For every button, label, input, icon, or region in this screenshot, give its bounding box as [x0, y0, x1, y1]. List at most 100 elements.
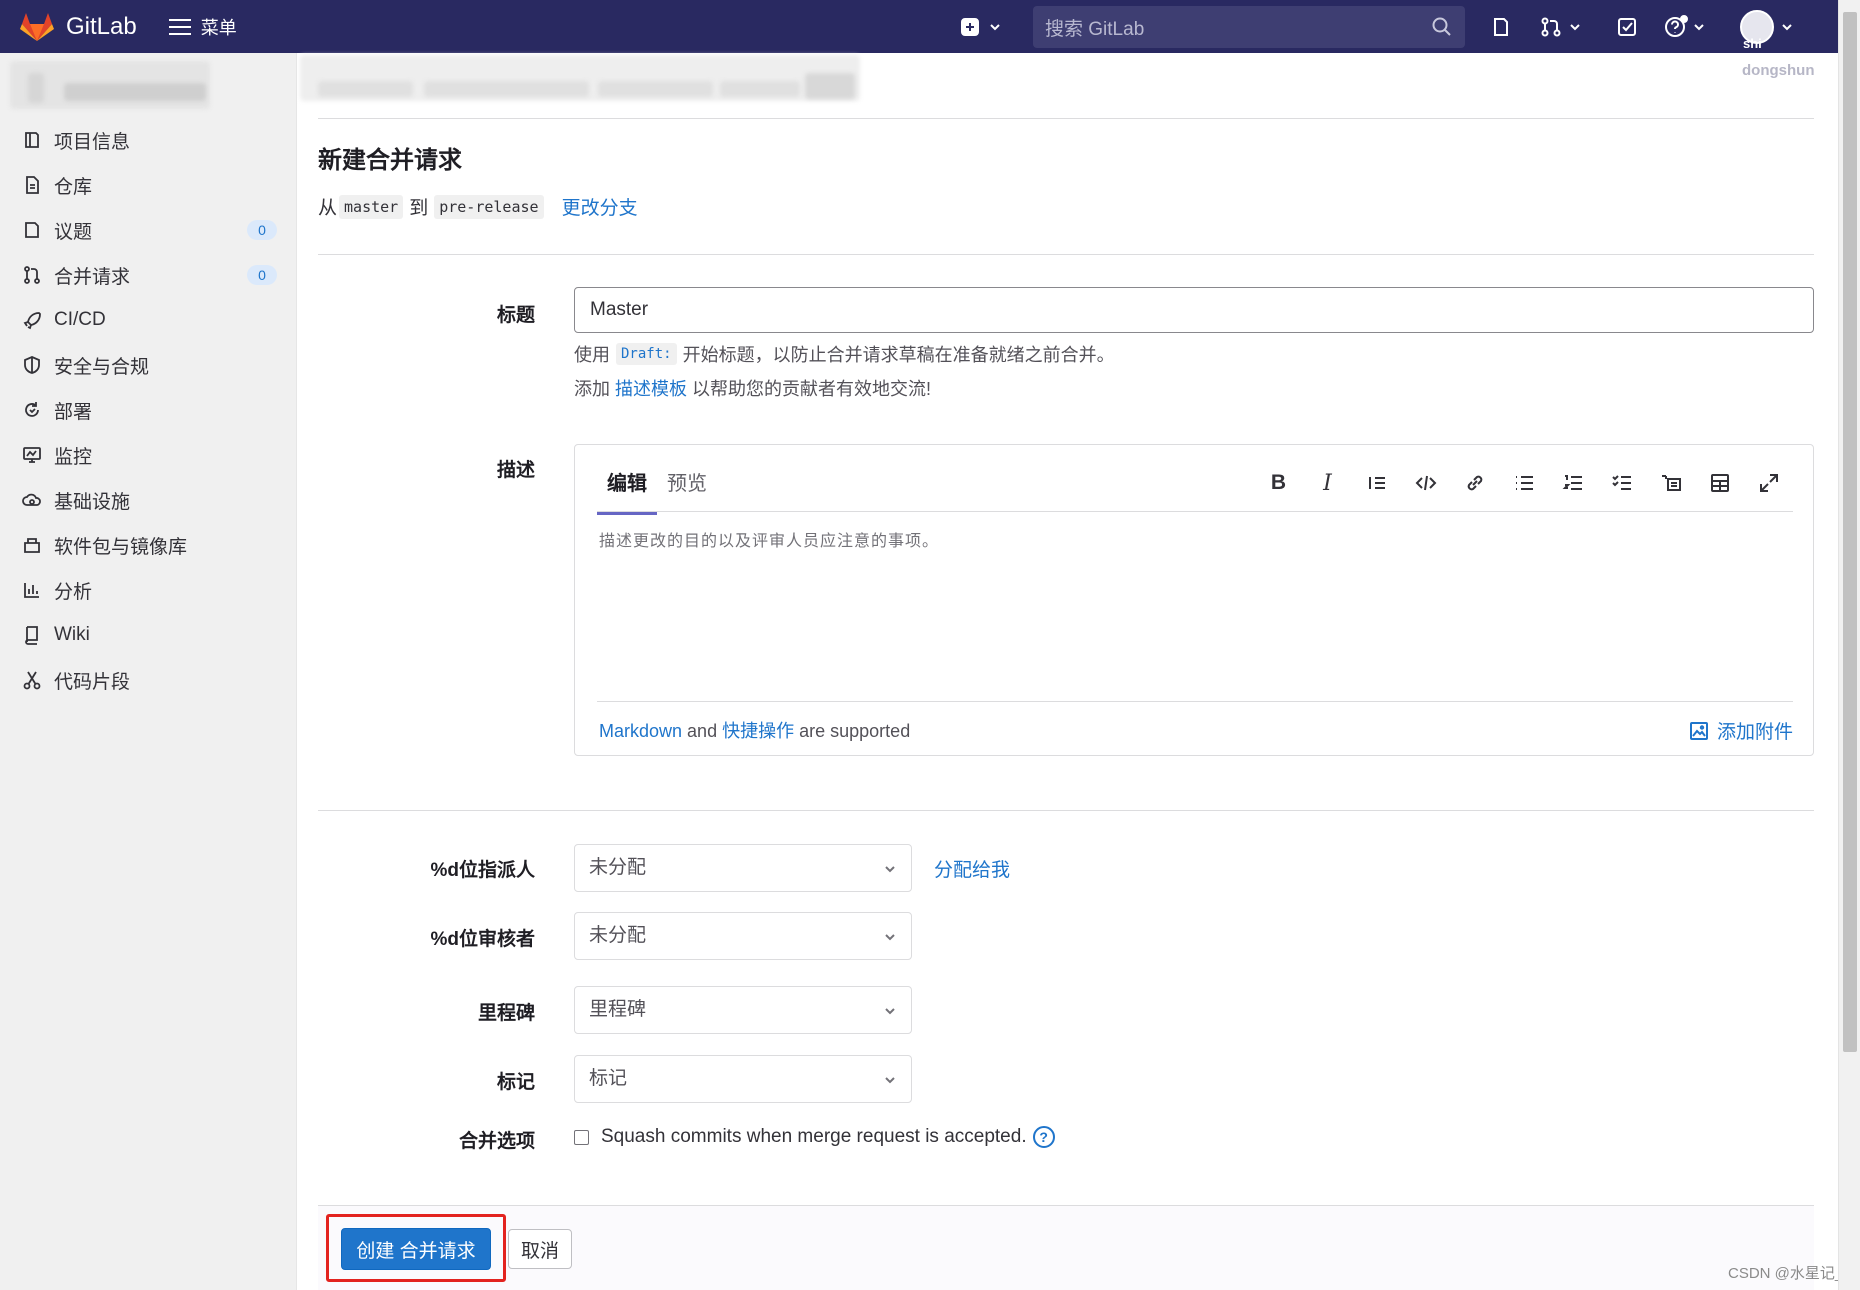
user-menu-chevron[interactable]	[1780, 0, 1794, 53]
italic-button[interactable]: I	[1303, 465, 1352, 501]
sidebar-item-analytics[interactable]: 分析	[0, 570, 297, 610]
sidebar-item-infrastructure[interactable]: 基础设施	[0, 480, 297, 520]
code-icon	[1415, 475, 1436, 491]
editor-footer-divider	[597, 701, 1793, 702]
markdown-link[interactable]: Markdown	[599, 721, 682, 741]
markdown-toolbar: B I	[1254, 465, 1793, 501]
sidebar-item-monitor[interactable]: 监控	[0, 435, 297, 475]
editor-tabs: 编辑 预览	[597, 457, 717, 515]
deploy-icon	[25, 402, 39, 417]
sidebar-item-deployments[interactable]: 部署	[0, 390, 297, 430]
chevron-down-icon	[1782, 23, 1792, 30]
description-textarea[interactable]: 描述更改的目的以及评审人员应注意的事项。	[599, 527, 939, 551]
table-button[interactable]	[1695, 465, 1744, 501]
from-text: 从	[318, 198, 338, 219]
sidebar-item-issues[interactable]: 议题 0	[0, 210, 297, 250]
sidebar-item-cicd[interactable]: CI/CD	[0, 300, 297, 340]
title-input[interactable]: Master	[574, 287, 1814, 333]
sidebar-item-label: 软件包与镜像库	[54, 536, 188, 558]
issues-icon	[25, 222, 39, 238]
sidebar-item-wiki[interactable]: Wiki	[0, 615, 297, 655]
info-icon	[25, 132, 39, 148]
page-scrollbar[interactable]	[1838, 0, 1860, 1290]
milestone-value: 里程碑	[589, 999, 647, 1020]
sidebar-item-label: 代码片段	[54, 671, 131, 693]
merge-requests-nav-button[interactable]	[1540, 0, 1582, 53]
chevron-down-icon	[885, 866, 895, 873]
link-icon	[1467, 475, 1482, 491]
question-circle-icon[interactable]: ?	[1032, 1126, 1055, 1148]
scissors-icon	[23, 671, 41, 690]
link-button[interactable]	[1450, 465, 1499, 501]
search-placeholder: 搜索 GitLab	[1045, 18, 1145, 40]
milestone-label: 里程碑	[477, 1003, 535, 1024]
reviewer-dropdown[interactable]: 未分配	[574, 912, 912, 960]
gitlab-home-link[interactable]: GitLab	[20, 12, 137, 42]
code-button[interactable]	[1401, 465, 1450, 501]
issues-count-badge: 0	[247, 220, 277, 240]
todos-nav-button[interactable]	[1616, 0, 1638, 53]
fullscreen-button[interactable]	[1744, 465, 1793, 501]
tab-preview[interactable]: 预览	[657, 457, 717, 515]
sidebar-item-packages-registries[interactable]: 软件包与镜像库	[0, 525, 297, 565]
quick-actions-link[interactable]: 快捷操作	[722, 721, 794, 741]
collapsible-icon	[1661, 475, 1681, 491]
assign-to-me-link[interactable]: 分配给我	[934, 855, 1010, 882]
squash-checkbox[interactable]	[574, 1129, 589, 1145]
issues-nav-button[interactable]	[1490, 0, 1512, 53]
bullet-list-button[interactable]	[1499, 465, 1548, 501]
sidebar-item-repository[interactable]: 仓库	[0, 165, 297, 205]
cloud-gear-icon	[22, 493, 41, 506]
image-icon	[1689, 721, 1708, 740]
chevron-down-icon	[1570, 23, 1580, 30]
sidebar-item-merge-requests[interactable]: 合并请求 0	[0, 255, 297, 295]
bold-icon: B	[1270, 471, 1287, 494]
sidebar-item-snippets[interactable]: 代码片段	[0, 660, 297, 700]
fullscreen-icon	[1759, 474, 1778, 492]
section-divider	[318, 254, 1814, 255]
task-list-button[interactable]	[1597, 465, 1646, 501]
breadcrumb[interactable]	[300, 53, 860, 103]
milestone-dropdown[interactable]: 里程碑	[574, 986, 912, 1034]
quote-button[interactable]	[1352, 465, 1401, 501]
rocket-icon	[23, 312, 41, 330]
attach-file-button[interactable]: 添加附件	[1689, 717, 1793, 744]
description-label: 描述	[496, 460, 535, 481]
branch-info: 从 master 到 pre-release 更改分支	[318, 193, 638, 220]
section-divider	[318, 810, 1814, 811]
sidebar-item-security-compliance[interactable]: 安全与合规	[0, 345, 297, 385]
menu-label: 菜单	[200, 17, 237, 38]
gitlab-logo-icon	[20, 12, 54, 41]
sidebar-item-project-info[interactable]: 项目信息	[0, 120, 297, 160]
project-context[interactable]	[0, 53, 296, 115]
username: dongshun	[1742, 62, 1815, 79]
scrollbar-thumb[interactable]	[1843, 12, 1857, 1052]
labels-label: 标记	[496, 1072, 535, 1093]
sidebar-item-label: CI/CD	[54, 309, 106, 330]
template-hint-suffix: 以帮助您的贡献者有效地交流!	[692, 379, 931, 399]
numbered-list-button[interactable]	[1548, 465, 1597, 501]
change-branches-link[interactable]: 更改分支	[562, 193, 638, 220]
draft-hint: 使用 Draft: 开始标题，以防止合并请求草稿在准备就绪之前合并。	[574, 341, 1115, 367]
attach-label: 添加附件	[1716, 722, 1793, 743]
main-menu-button[interactable]: 菜单	[168, 14, 237, 40]
cancel-button[interactable]: 取消	[508, 1229, 572, 1269]
create-new-dropdown[interactable]	[960, 0, 1002, 53]
create-merge-request-button[interactable]: 创建 合并请求	[341, 1228, 491, 1270]
source-branch: master	[339, 194, 404, 219]
todo-checkbox-icon	[1618, 17, 1636, 36]
bold-button[interactable]: B	[1254, 465, 1303, 501]
chevron-down-icon	[885, 1077, 895, 1084]
description-template-link[interactable]: 描述模板	[615, 375, 687, 401]
tab-edit[interactable]: 编辑	[597, 457, 657, 515]
draft-hint-prefix: 使用	[574, 345, 610, 365]
italic-icon: I	[1323, 470, 1332, 496]
labels-dropdown[interactable]: 标记	[574, 1055, 912, 1103]
help-nav-dropdown[interactable]	[1664, 0, 1706, 53]
package-icon	[24, 538, 40, 553]
search-input[interactable]: 搜索 GitLab	[1033, 6, 1465, 48]
reviewer-value: 未分配	[589, 925, 647, 946]
assignee-dropdown[interactable]: 未分配	[574, 844, 912, 892]
help-icon	[1665, 14, 1688, 37]
collapsible-button[interactable]	[1646, 465, 1695, 501]
